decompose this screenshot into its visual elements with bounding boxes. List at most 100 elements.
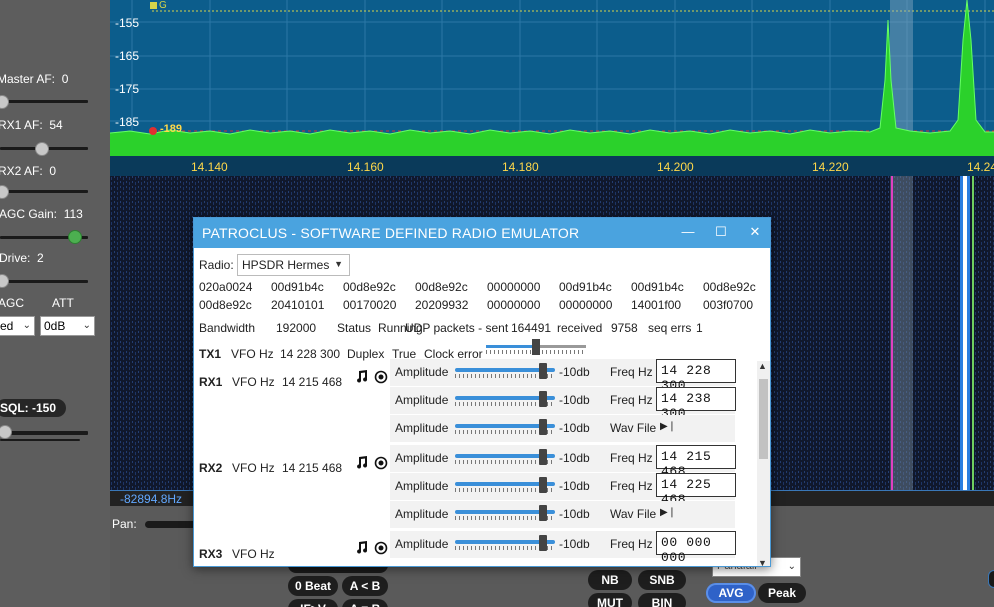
duplex-label: Duplex xyxy=(347,347,385,361)
register-value: 14001f00 xyxy=(631,298,682,312)
peak-button[interactable]: Peak xyxy=(758,583,806,603)
frequency-input[interactable]: 00 000 000 xyxy=(656,531,736,565)
amplitude-label: Amplitude xyxy=(395,365,449,379)
amplitude-db-value: -10db xyxy=(559,365,590,379)
udp-sent-label: UDP packets - sent xyxy=(405,321,509,335)
maximize-icon[interactable]: ☐ xyxy=(711,224,731,242)
record-icon[interactable] xyxy=(374,370,388,384)
close-icon[interactable]: ✕ xyxy=(745,224,765,242)
tx1-vfo-label: VFO Hz xyxy=(231,347,274,361)
rx3-vfo-label: VFO Hz xyxy=(232,547,275,561)
record-icon[interactable] xyxy=(374,456,388,470)
frequency-offset-readout: -82894.8Hz xyxy=(120,492,183,506)
play-pause-icon[interactable]: ▶❘ xyxy=(660,421,676,432)
wav-file-label: Wav File xyxy=(610,421,657,435)
chevron-down-icon: ⌄ xyxy=(787,561,796,572)
radio-select[interactable]: HPSDR Hermes ▼ xyxy=(237,254,350,276)
mute-button[interactable]: MUT xyxy=(588,593,632,607)
amplitude-slider[interactable] xyxy=(455,419,555,435)
received-label: received xyxy=(557,321,603,335)
frequency-input[interactable]: 14 225 468 xyxy=(656,473,736,507)
frequency-input[interactable]: 14 238 300 xyxy=(656,387,736,421)
rx2-af-slider[interactable] xyxy=(0,190,88,193)
master-af-thumb[interactable] xyxy=(0,95,9,109)
freq-tick-label: 14.180 xyxy=(502,160,539,174)
frequency-axis: 14.140 14.160 14.180 14.200 14.220 14.24 xyxy=(110,156,994,176)
agc-gain-thumb[interactable] xyxy=(68,230,82,244)
amplitude-label: Amplitude xyxy=(395,451,449,465)
a-equals-b-button[interactable]: A = B xyxy=(342,599,388,607)
amplitude-slider[interactable] xyxy=(455,505,555,521)
play-pause-icon[interactable]: ▶❘ xyxy=(660,507,676,518)
music-note-icon[interactable] xyxy=(355,369,369,383)
db-label: -175 xyxy=(115,82,140,96)
music-note-icon[interactable] xyxy=(355,540,369,554)
amplitude-slider[interactable] xyxy=(455,477,555,493)
register-value: 20410101 xyxy=(271,298,325,312)
sql-level-track xyxy=(0,439,80,441)
dialog-scrollbar[interactable]: ▲ ▼ xyxy=(757,361,770,566)
amplitude-slider[interactable] xyxy=(455,535,555,551)
bin-button[interactable]: BIN xyxy=(638,593,686,607)
register-value: 00000000 xyxy=(487,280,541,294)
att-label: ATT xyxy=(52,296,74,310)
rx3-label: RX3 xyxy=(199,547,223,561)
amplitude-label: Amplitude xyxy=(395,421,449,435)
sql-thumb[interactable] xyxy=(0,425,12,439)
rx2-vfo-label: VFO Hz xyxy=(232,461,275,475)
freq-tick-label: 14.160 xyxy=(347,160,384,174)
snb-button[interactable]: SNB xyxy=(638,570,686,590)
amplitude-db-value: -10db xyxy=(559,479,590,493)
avg-button[interactable]: AVG xyxy=(706,583,756,603)
music-note-icon[interactable] xyxy=(355,455,369,469)
bandwidth-label: Bandwidth xyxy=(199,321,256,335)
freq-hz-label: Freq Hz xyxy=(610,479,653,493)
register-value: 20209932 xyxy=(415,298,469,312)
rx2-vfo-value: 14 215 468 xyxy=(282,461,343,475)
register-value: 00000000 xyxy=(487,298,541,312)
rx1-label: RX1 xyxy=(199,375,223,389)
nb-button[interactable]: NB xyxy=(588,570,632,590)
amplitude-label: Amplitude xyxy=(395,479,449,493)
freq-hz-label: Freq Hz xyxy=(610,393,653,407)
bandwidth-value: 192000 xyxy=(276,321,317,335)
if-to-vfo-button[interactable]: IF>V xyxy=(288,599,338,607)
frequency-input[interactable]: 14 228 300 xyxy=(656,359,736,393)
drive-thumb[interactable] xyxy=(0,274,9,288)
dialog-title: PATROCLUS - SOFTWARE DEFINED RADIO EMULA… xyxy=(202,225,580,241)
drive-slider[interactable] xyxy=(0,280,88,283)
record-icon[interactable] xyxy=(374,541,388,555)
frequency-input[interactable]: 14 215 468 xyxy=(656,445,736,479)
scrollbar-thumb[interactable] xyxy=(759,379,768,459)
register-value: 00d8e92c xyxy=(703,280,756,294)
amplitude-slider[interactable] xyxy=(455,391,555,407)
rx1-vfo-value: 14 215 468 xyxy=(282,375,343,389)
edge-button[interactable] xyxy=(988,570,994,588)
rx2-af-thumb[interactable] xyxy=(0,185,9,199)
register-value: 00d8e92c xyxy=(343,280,396,294)
dialog-titlebar[interactable]: PATROCLUS - SOFTWARE DEFINED RADIO EMULA… xyxy=(194,218,770,248)
scroll-up-icon[interactable]: ▲ xyxy=(758,361,767,371)
amplitude-slider[interactable] xyxy=(455,449,555,465)
amplitude-label: Amplitude xyxy=(395,537,449,551)
rx2-af-label: RX2 AF: 0 xyxy=(0,164,57,178)
register-value: 00170020 xyxy=(343,298,397,312)
freq-hz-label: Freq Hz xyxy=(610,537,653,551)
a-less-than-b-button[interactable]: A < B xyxy=(342,576,388,596)
amplitude-slider[interactable] xyxy=(455,363,555,379)
minimize-icon[interactable]: — xyxy=(678,224,698,242)
clock-error-slider[interactable] xyxy=(486,339,586,355)
sql-button[interactable]: SQL: -150 xyxy=(0,399,66,417)
agc-select[interactable]: ed ⌄ xyxy=(0,316,35,336)
master-af-slider[interactable] xyxy=(0,100,88,103)
spectrum-display[interactable]: -155 -165 -175 -185 G -189 xyxy=(110,0,994,160)
sql-slider[interactable] xyxy=(0,431,88,435)
scroll-down-icon[interactable]: ▼ xyxy=(758,558,767,566)
noise-floor-marker: -189 xyxy=(160,123,183,135)
chevron-down-icon: ⌄ xyxy=(82,320,91,331)
rx1-af-thumb[interactable] xyxy=(35,142,49,156)
att-select[interactable]: 0dB ⌄ xyxy=(40,316,95,336)
zero-beat-button[interactable]: 0 Beat xyxy=(288,576,338,596)
received-value: 9758 xyxy=(611,321,638,335)
rx1-af-label: RX1 AF: 54 xyxy=(0,118,63,132)
